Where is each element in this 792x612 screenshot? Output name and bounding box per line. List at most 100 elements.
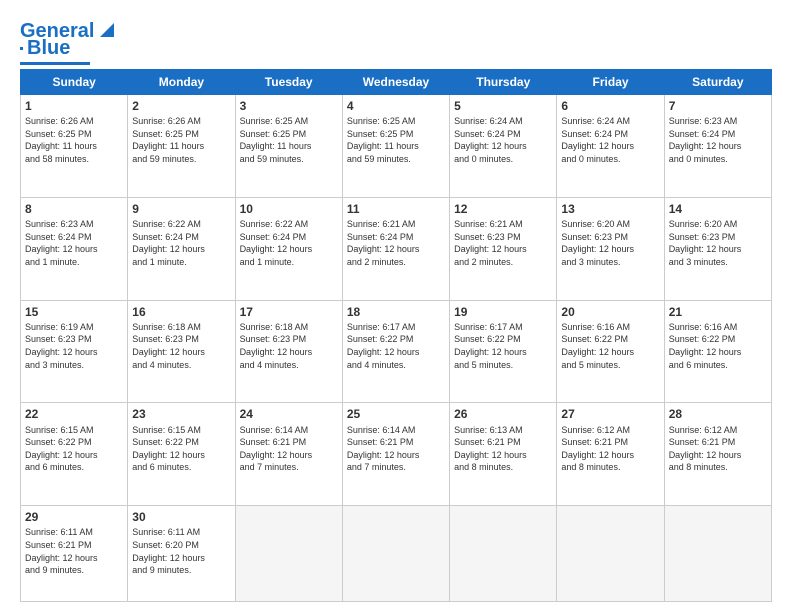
day-info: Sunrise: 6:21 AM Sunset: 6:23 PM Dayligh…: [454, 218, 552, 268]
calendar-cell: 17Sunrise: 6:18 AM Sunset: 6:23 PM Dayli…: [235, 300, 342, 403]
calendar-table: SundayMondayTuesdayWednesdayThursdayFrid…: [20, 69, 772, 602]
day-info: Sunrise: 6:24 AM Sunset: 6:24 PM Dayligh…: [561, 115, 659, 165]
calendar-cell: 5Sunrise: 6:24 AM Sunset: 6:24 PM Daylig…: [450, 95, 557, 198]
calendar-cell: 1Sunrise: 6:26 AM Sunset: 6:25 PM Daylig…: [21, 95, 128, 198]
day-info: Sunrise: 6:17 AM Sunset: 6:22 PM Dayligh…: [347, 321, 445, 371]
day-info: Sunrise: 6:11 AM Sunset: 6:20 PM Dayligh…: [132, 526, 230, 576]
calendar-cell: [664, 506, 771, 602]
day-header-wednesday: Wednesday: [342, 70, 449, 95]
day-info: Sunrise: 6:16 AM Sunset: 6:22 PM Dayligh…: [561, 321, 659, 371]
calendar-cell: 6Sunrise: 6:24 AM Sunset: 6:24 PM Daylig…: [557, 95, 664, 198]
calendar-cell: 20Sunrise: 6:16 AM Sunset: 6:22 PM Dayli…: [557, 300, 664, 403]
calendar-week-3: 15Sunrise: 6:19 AM Sunset: 6:23 PM Dayli…: [21, 300, 772, 403]
day-number: 2: [132, 98, 230, 114]
calendar-cell: 11Sunrise: 6:21 AM Sunset: 6:24 PM Dayli…: [342, 197, 449, 300]
calendar-cell: 23 Sunrise: 6:15 AM Sunset: 6:22 PM Dayli…: [128, 403, 235, 506]
day-info: Sunrise: 6:16 AM Sunset: 6:22 PM Dayligh…: [669, 321, 767, 371]
day-number: 29: [25, 509, 123, 525]
calendar-cell: 19Sunrise: 6:17 AM Sunset: 6:22 PM Dayli…: [450, 300, 557, 403]
logo-icon: [96, 19, 118, 41]
day-header-tuesday: Tuesday: [235, 70, 342, 95]
day-number: 5: [454, 98, 552, 114]
calendar-week-1: 1Sunrise: 6:26 AM Sunset: 6:25 PM Daylig…: [21, 95, 772, 198]
day-number: 19: [454, 304, 552, 320]
day-number: 3: [240, 98, 338, 114]
day-info: Sunrise: 6:25 AM Sunset: 6:25 PM Dayligh…: [240, 115, 338, 165]
day-number: 10: [240, 201, 338, 217]
calendar-cell: 2Sunrise: 6:26 AM Sunset: 6:25 PM Daylig…: [128, 95, 235, 198]
day-info: Sunrise: 6:22 AM Sunset: 6:24 PM Dayligh…: [132, 218, 230, 268]
logo-text2: Blue: [27, 37, 70, 60]
calendar-cell: 26 Sunrise: 6:13 AM Sunset: 6:21 PM Dayli…: [450, 403, 557, 506]
day-info: Sunrise: 6:23 AM Sunset: 6:24 PM Dayligh…: [25, 218, 123, 268]
calendar-cell: [557, 506, 664, 602]
day-number: 24: [240, 406, 338, 422]
calendar-header-row: SundayMondayTuesdayWednesdayThursdayFrid…: [21, 70, 772, 95]
day-number: 17: [240, 304, 338, 320]
day-info: Sunrise: 6:12 AM Sunset: 6:21 PM Dayligh…: [561, 424, 659, 474]
day-info: Sunrise: 6:23 AM Sunset: 6:24 PM Dayligh…: [669, 115, 767, 165]
day-info: Sunrise: 6:11 AM Sunset: 6:21 PM Dayligh…: [25, 526, 123, 576]
calendar-cell: 29Sunrise: 6:11 AM Sunset: 6:21 PM Dayli…: [21, 506, 128, 602]
calendar-cell: 10Sunrise: 6:22 AM Sunset: 6:24 PM Dayli…: [235, 197, 342, 300]
calendar-week-5: 29Sunrise: 6:11 AM Sunset: 6:21 PM Dayli…: [21, 506, 772, 602]
calendar-cell: 9Sunrise: 6:22 AM Sunset: 6:24 PM Daylig…: [128, 197, 235, 300]
calendar-cell: 24Sunrise: 6:14 AM Sunset: 6:21 PM Dayli…: [235, 403, 342, 506]
day-number: 23: [132, 406, 230, 422]
calendar-cell: 7Sunrise: 6:23 AM Sunset: 6:24 PM Daylig…: [664, 95, 771, 198]
day-number: 25: [347, 406, 445, 422]
calendar-cell: 30Sunrise: 6:11 AM Sunset: 6:20 PM Dayli…: [128, 506, 235, 602]
day-number: 14: [669, 201, 767, 217]
calendar-cell: [235, 506, 342, 602]
calendar-week-2: 8Sunrise: 6:23 AM Sunset: 6:24 PM Daylig…: [21, 197, 772, 300]
day-header-saturday: Saturday: [664, 70, 771, 95]
day-info: Sunrise: 6:13 AM Sunset: 6:21 PM Dayligh…: [454, 424, 552, 474]
day-number: 7: [669, 98, 767, 114]
day-number: 18: [347, 304, 445, 320]
day-info: Sunrise: 6:19 AM Sunset: 6:23 PM Dayligh…: [25, 321, 123, 371]
calendar-cell: 15Sunrise: 6:19 AM Sunset: 6:23 PM Dayli…: [21, 300, 128, 403]
day-info: Sunrise: 6:15 AM Sunset: 6:22 PM Dayligh…: [25, 424, 123, 474]
day-info: Sunrise: 6:17 AM Sunset: 6:22 PM Dayligh…: [454, 321, 552, 371]
calendar-cell: 4Sunrise: 6:25 AM Sunset: 6:25 PM Daylig…: [342, 95, 449, 198]
day-number: 27: [561, 406, 659, 422]
day-info: Sunrise: 6:26 AM Sunset: 6:25 PM Dayligh…: [25, 115, 123, 165]
day-header-sunday: Sunday: [21, 70, 128, 95]
day-number: 11: [347, 201, 445, 217]
calendar-cell: 18Sunrise: 6:17 AM Sunset: 6:22 PM Dayli…: [342, 300, 449, 403]
day-number: 4: [347, 98, 445, 114]
day-number: 12: [454, 201, 552, 217]
logo-underline: [20, 62, 90, 65]
day-number: 9: [132, 201, 230, 217]
calendar-cell: 13Sunrise: 6:20 AM Sunset: 6:23 PM Dayli…: [557, 197, 664, 300]
calendar-cell: 28Sunrise: 6:12 AM Sunset: 6:21 PM Dayli…: [664, 403, 771, 506]
day-info: Sunrise: 6:18 AM Sunset: 6:23 PM Dayligh…: [132, 321, 230, 371]
day-number: 16: [132, 304, 230, 320]
day-info: Sunrise: 6:15 AM Sunset: 6:22 PM Dayligh…: [132, 424, 230, 474]
day-header-thursday: Thursday: [450, 70, 557, 95]
day-number: 8: [25, 201, 123, 217]
calendar-cell: 14Sunrise: 6:20 AM Sunset: 6:23 PM Dayli…: [664, 197, 771, 300]
day-header-friday: Friday: [557, 70, 664, 95]
day-number: 26: [454, 406, 552, 422]
day-info: Sunrise: 6:20 AM Sunset: 6:23 PM Dayligh…: [669, 218, 767, 268]
day-number: 28: [669, 406, 767, 422]
page: General Blue SundayMondayTuesdayWednesda…: [0, 0, 792, 612]
day-number: 13: [561, 201, 659, 217]
day-number: 30: [132, 509, 230, 525]
day-info: Sunrise: 6:26 AM Sunset: 6:25 PM Dayligh…: [132, 115, 230, 165]
calendar-cell: 25Sunrise: 6:14 AM Sunset: 6:21 PM Dayli…: [342, 403, 449, 506]
calendar-cell: 27 Sunrise: 6:12 AM Sunset: 6:21 PM Dayli…: [557, 403, 664, 506]
calendar-cell: 21Sunrise: 6:16 AM Sunset: 6:22 PM Dayli…: [664, 300, 771, 403]
day-number: 22: [25, 406, 123, 422]
calendar-cell: 22 Sunrise: 6:15 AM Sunset: 6:22 PM Dayli…: [21, 403, 128, 506]
day-header-monday: Monday: [128, 70, 235, 95]
day-number: 20: [561, 304, 659, 320]
day-info: Sunrise: 6:20 AM Sunset: 6:23 PM Dayligh…: [561, 218, 659, 268]
day-info: Sunrise: 6:24 AM Sunset: 6:24 PM Dayligh…: [454, 115, 552, 165]
calendar-week-4: 22 Sunrise: 6:15 AM Sunset: 6:22 PM Dayli…: [21, 403, 772, 506]
day-number: 15: [25, 304, 123, 320]
day-info: Sunrise: 6:22 AM Sunset: 6:24 PM Dayligh…: [240, 218, 338, 268]
day-info: Sunrise: 6:25 AM Sunset: 6:25 PM Dayligh…: [347, 115, 445, 165]
day-number: 21: [669, 304, 767, 320]
